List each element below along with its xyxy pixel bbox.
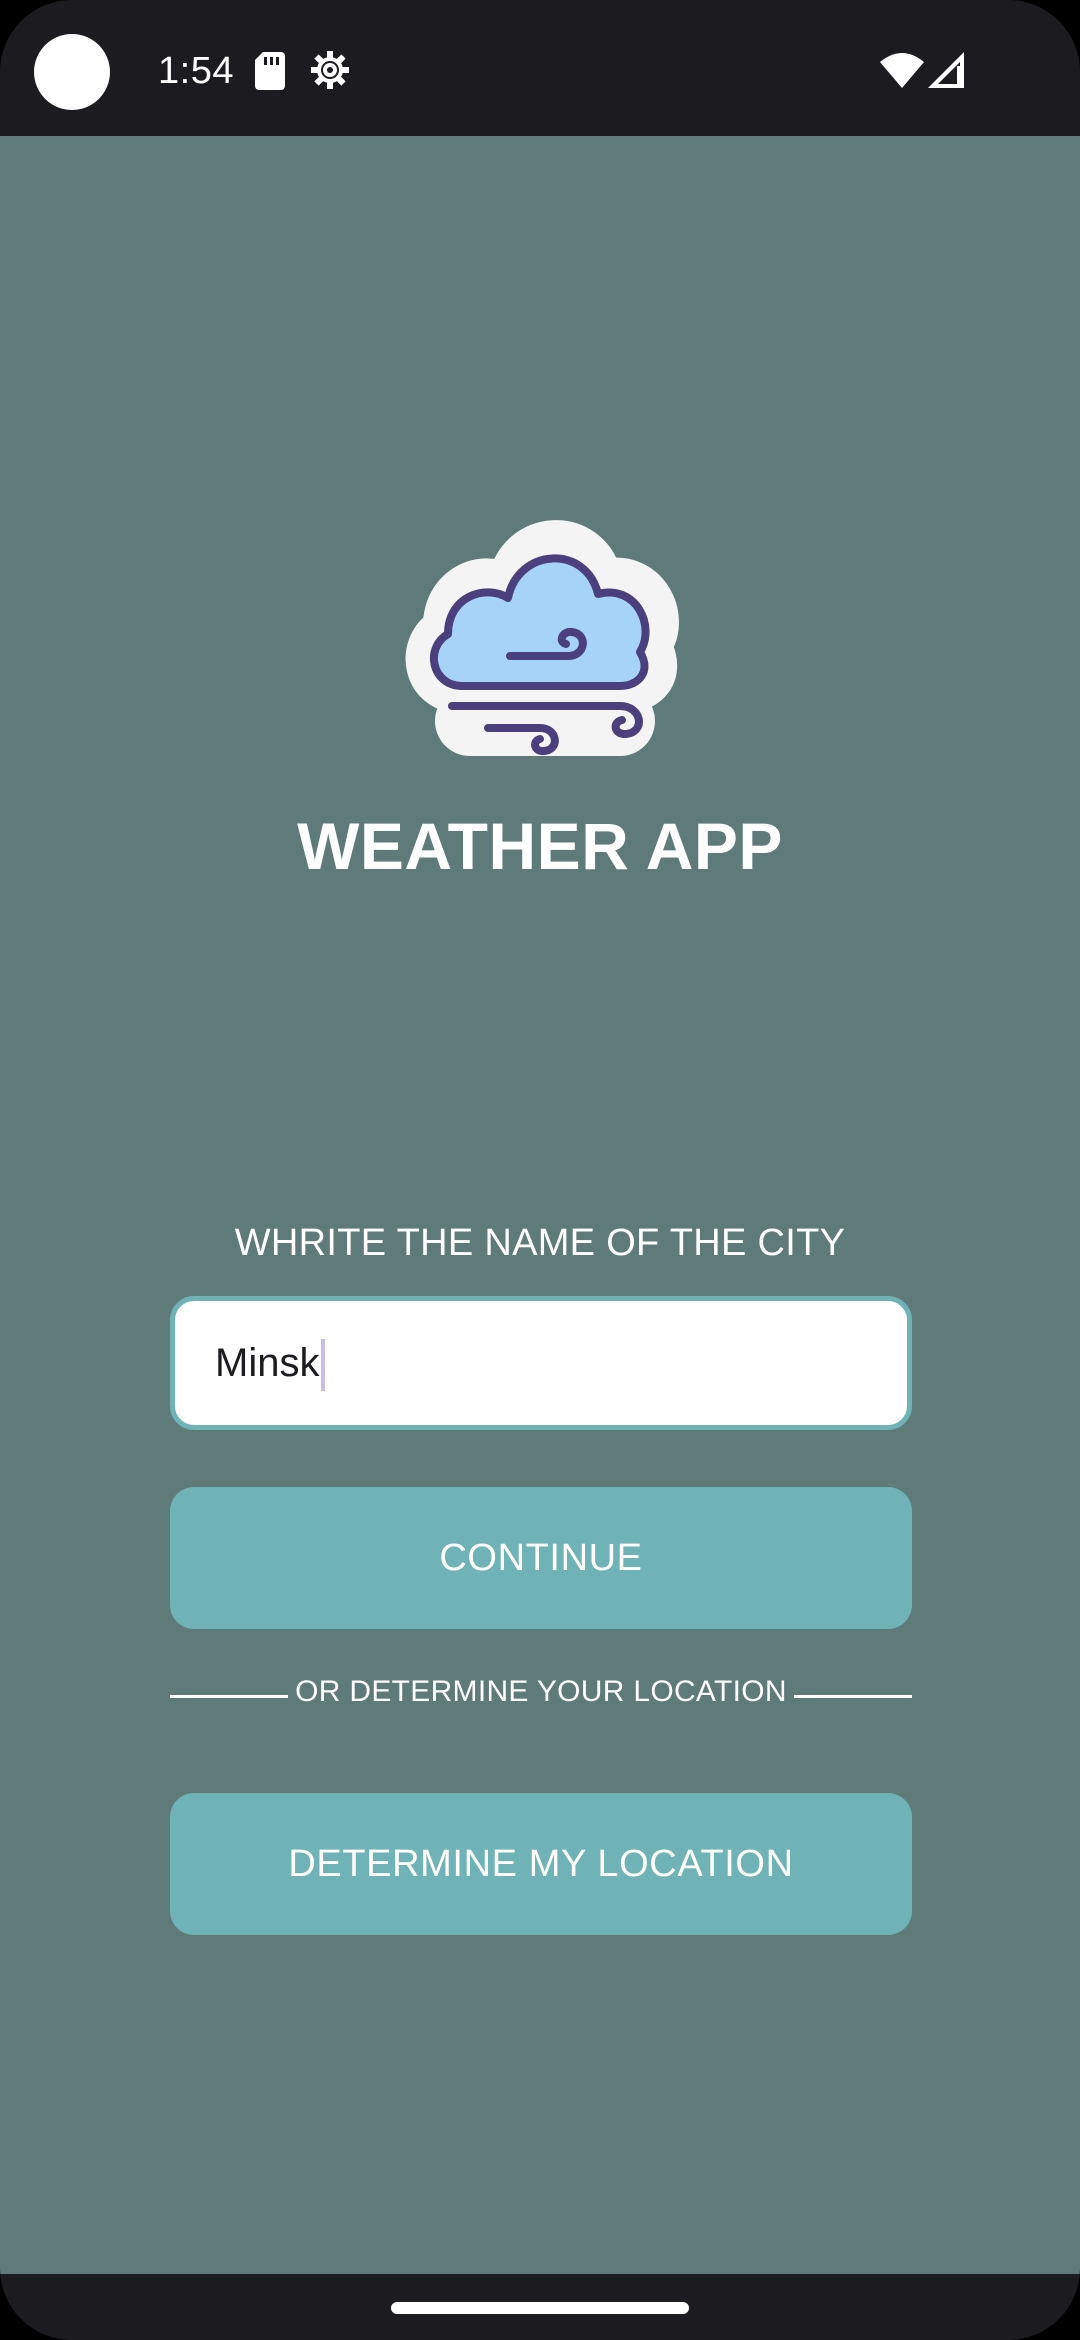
cell-signal-icon (928, 52, 964, 88)
sd-card-icon (255, 52, 285, 90)
navigation-bar (0, 2274, 1080, 2340)
phone-screen: 1:54 WEATHER APP WHRITE THE NAME OF THE … (0, 0, 1080, 2340)
text-cursor (321, 1339, 325, 1391)
divider-text: OR DETERMINE YOUR LOCATION (295, 1675, 787, 1708)
determine-location-button[interactable]: DETERMINE MY LOCATION (170, 1793, 912, 1935)
app-title: WEATHER APP (297, 809, 783, 883)
city-input[interactable] (175, 1301, 907, 1425)
status-time: 1:54 (158, 50, 234, 92)
camera-cutout (34, 34, 110, 110)
settings-icon (311, 51, 349, 89)
cloud-wind-icon (405, 520, 679, 756)
home-gesture-handle[interactable] (391, 2302, 689, 2314)
divider-line-right (794, 1695, 912, 1698)
status-bar: 1:54 (0, 0, 1080, 136)
continue-button[interactable]: CONTINUE (170, 1487, 912, 1629)
city-input-field[interactable] (170, 1296, 912, 1430)
wifi-icon (880, 53, 924, 88)
city-prompt-label: WHRITE THE NAME OF THE CITY (234, 1222, 846, 1264)
weather-app-screen: WEATHER APP WHRITE THE NAME OF THE CITY … (0, 136, 1080, 2274)
or-divider: OR DETERMINE YOUR LOCATION (170, 1671, 912, 1721)
